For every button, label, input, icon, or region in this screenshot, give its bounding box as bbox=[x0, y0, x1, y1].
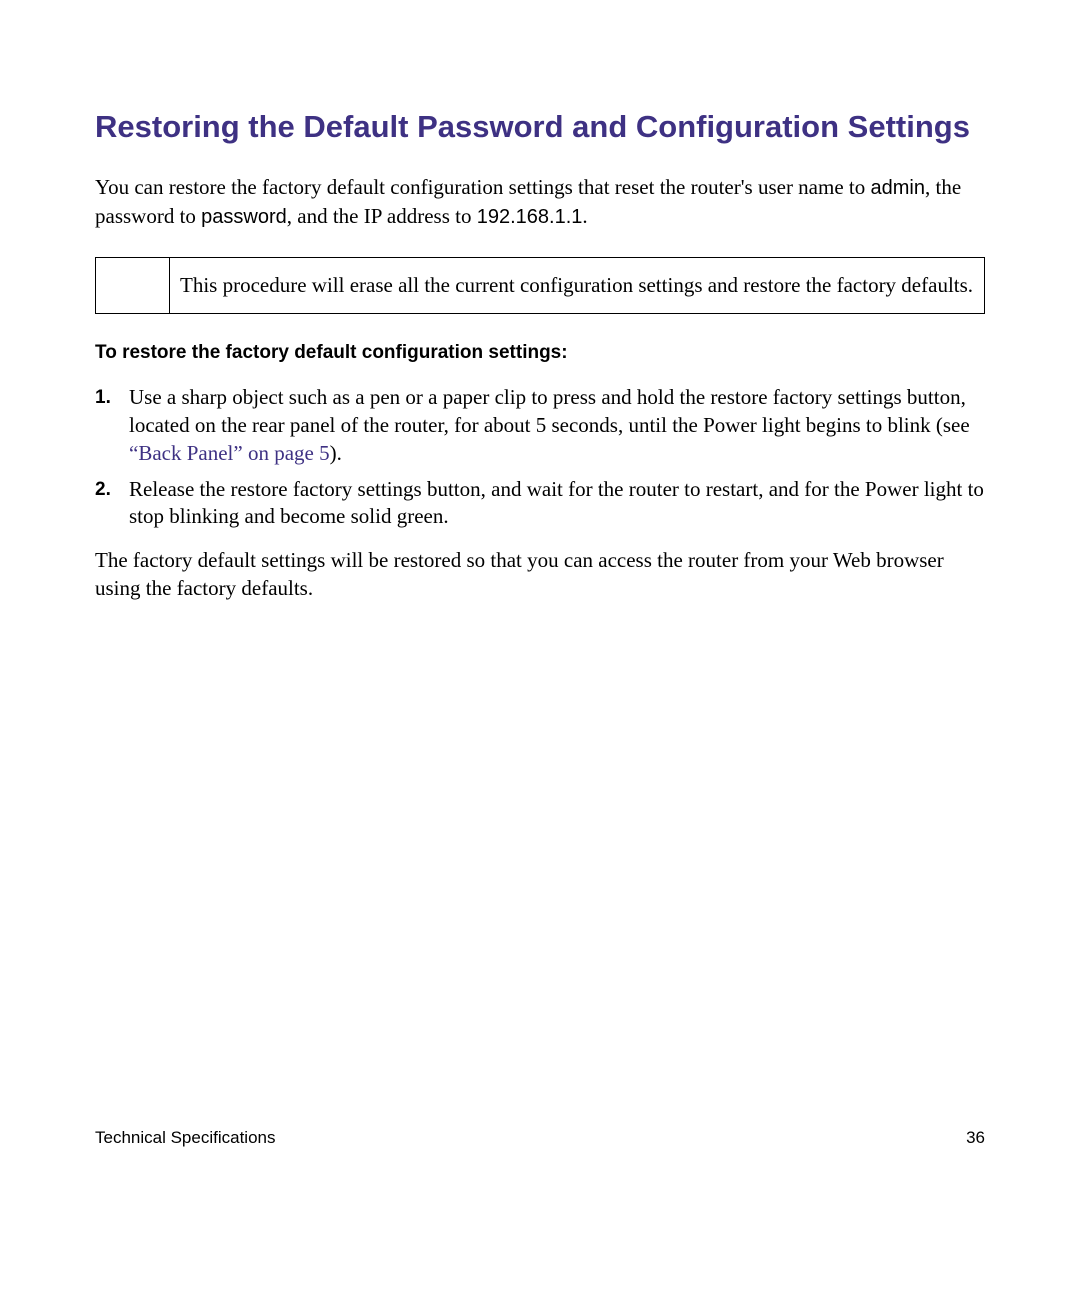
footer-page-number: 36 bbox=[966, 1128, 985, 1148]
note-text: This procedure will erase all the curren… bbox=[170, 258, 984, 314]
intro-username: admin bbox=[871, 177, 925, 199]
intro-paragraph: You can restore the factory default conf… bbox=[95, 173, 985, 231]
procedure-subheading: To restore the factory default configura… bbox=[95, 342, 985, 364]
intro-text-1: You can restore the factory default conf… bbox=[95, 175, 871, 199]
step-text: Release the restore factory settings but… bbox=[129, 476, 985, 531]
step-text-after: ). bbox=[330, 441, 342, 465]
step-text: Use a sharp object such as a pen or a pa… bbox=[129, 384, 985, 467]
footer-section-title: Technical Specifications bbox=[95, 1128, 275, 1148]
step-text-before: Use a sharp object such as a pen or a pa… bbox=[129, 385, 970, 437]
page-footer: Technical Specifications 36 bbox=[95, 1128, 985, 1148]
step-number: 2. bbox=[95, 476, 129, 531]
note-box: This procedure will erase all the curren… bbox=[95, 257, 985, 315]
intro-password: password bbox=[201, 206, 287, 228]
list-item: 1. Use a sharp object such as a pen or a… bbox=[95, 384, 985, 467]
closing-paragraph: The factory default settings will be res… bbox=[95, 547, 985, 602]
intro-text-3: , and the IP address to bbox=[287, 204, 477, 228]
intro-text-4: . bbox=[582, 204, 587, 228]
cross-reference-link[interactable]: “Back Panel” on page 5 bbox=[129, 441, 330, 465]
step-list: 1. Use a sharp object such as a pen or a… bbox=[95, 384, 985, 531]
intro-ip: 192.168.1.1 bbox=[477, 206, 583, 228]
document-page: Restoring the Default Password and Confi… bbox=[0, 0, 1080, 603]
step-number: 1. bbox=[95, 384, 129, 467]
page-heading: Restoring the Default Password and Confi… bbox=[95, 108, 985, 147]
list-item: 2. Release the restore factory settings … bbox=[95, 476, 985, 531]
note-icon-cell bbox=[96, 258, 170, 314]
step-text-before: Release the restore factory settings but… bbox=[129, 477, 984, 529]
